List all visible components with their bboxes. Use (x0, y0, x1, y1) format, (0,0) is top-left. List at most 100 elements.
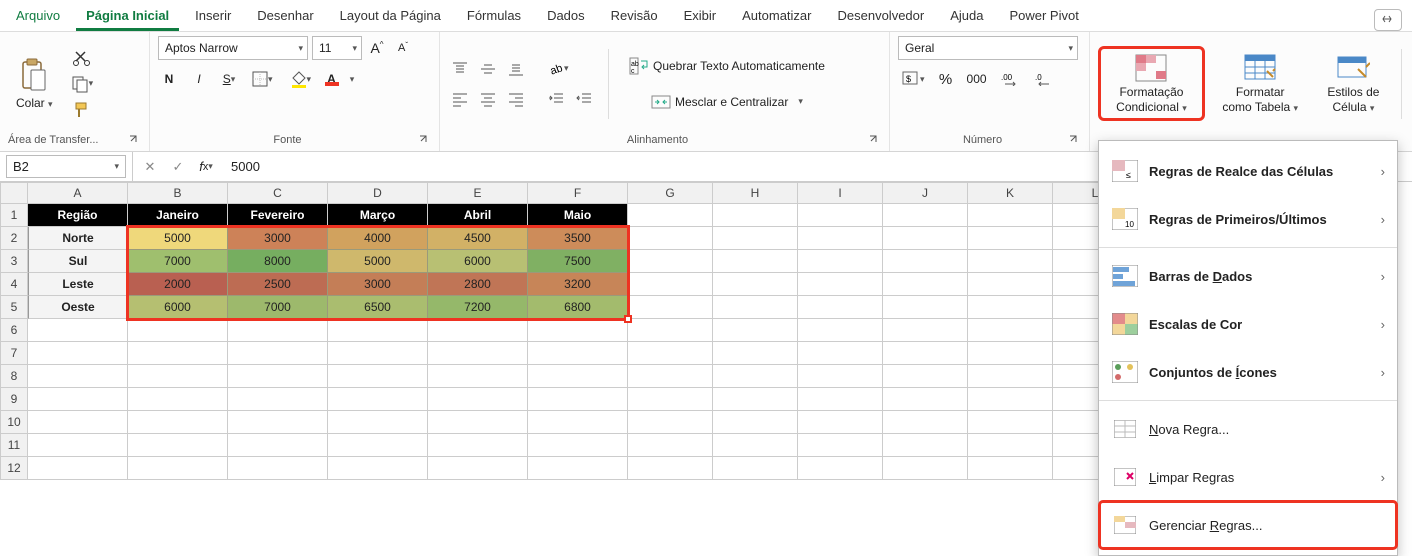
paste-button[interactable]: Colar ▾ (8, 52, 61, 114)
cell-J5[interactable] (883, 296, 968, 319)
cell-B9[interactable] (128, 388, 228, 411)
align-right-button[interactable] (504, 88, 528, 110)
cell-H3[interactable] (713, 250, 798, 273)
cell-D9[interactable] (328, 388, 428, 411)
percent-format-button[interactable]: % (935, 68, 957, 90)
cell-C10[interactable] (228, 411, 328, 434)
cell-H11[interactable] (713, 434, 798, 457)
cell-F6[interactable] (528, 319, 628, 342)
cell-I2[interactable] (798, 227, 883, 250)
column-header-F[interactable]: F (528, 182, 628, 204)
decrease-indent-button[interactable] (544, 88, 568, 110)
column-header-B[interactable]: B (128, 182, 228, 204)
tab-desenhar[interactable]: Desenhar (247, 2, 323, 31)
cell-B12[interactable] (128, 457, 228, 480)
cell-A12[interactable] (28, 457, 128, 480)
column-header-J[interactable]: J (883, 182, 968, 204)
format-as-table-button[interactable]: Formatar como Tabela ▾ (1213, 49, 1308, 118)
cell-J2[interactable] (883, 227, 968, 250)
cell-K2[interactable] (968, 227, 1053, 250)
cell-D12[interactable] (328, 457, 428, 480)
cell-D11[interactable] (328, 434, 428, 457)
cell-C7[interactable] (228, 342, 328, 365)
cell-A10[interactable] (28, 411, 128, 434)
cell-A1[interactable]: Região (28, 204, 128, 227)
column-header-I[interactable]: I (798, 182, 883, 204)
cell-K12[interactable] (968, 457, 1053, 480)
cell-G5[interactable] (628, 296, 713, 319)
wrap-text-button[interactable]: abc Quebrar Texto Automaticamente (621, 53, 833, 79)
row-header-3[interactable]: 3 (0, 250, 28, 273)
cell-J9[interactable] (883, 388, 968, 411)
cell-H8[interactable] (713, 365, 798, 388)
decrease-font-button[interactable]: Aˇ (392, 37, 414, 59)
bold-button[interactable]: N (158, 68, 180, 90)
number-dialog-launcher[interactable] (1067, 133, 1081, 147)
increase-font-button[interactable]: A^ (366, 37, 388, 59)
cell-K1[interactable] (968, 204, 1053, 227)
cell-C6[interactable] (228, 319, 328, 342)
cell-D4[interactable]: 3000 (328, 273, 428, 296)
row-header-1[interactable]: 1 (0, 204, 28, 227)
cell-B2[interactable]: 5000 (128, 227, 228, 250)
cell-K6[interactable] (968, 319, 1053, 342)
cell-C5[interactable]: 7000 (228, 296, 328, 319)
cell-B10[interactable] (128, 411, 228, 434)
cf-new-rule-item[interactable]: Nova Regra... (1099, 405, 1397, 453)
cell-F3[interactable]: 7500 (528, 250, 628, 273)
cf-top-bottom-item[interactable]: 10 Regras de Primeiros/Últimos › (1099, 195, 1397, 243)
cf-clear-rules-item[interactable]: Limpar Regras › (1099, 453, 1397, 501)
cell-E12[interactable] (428, 457, 528, 480)
cell-I8[interactable] (798, 365, 883, 388)
cell-E3[interactable]: 6000 (428, 250, 528, 273)
cell-B6[interactable] (128, 319, 228, 342)
accounting-format-button[interactable]: $▾ (898, 68, 929, 90)
cell-D10[interactable] (328, 411, 428, 434)
cell-F9[interactable] (528, 388, 628, 411)
orientation-button[interactable]: ab▾ (544, 58, 573, 80)
cell-C11[interactable] (228, 434, 328, 457)
cf-icon-sets-item[interactable]: Conjuntos de Ícones › (1099, 348, 1397, 396)
cell-C8[interactable] (228, 365, 328, 388)
row-header-11[interactable]: 11 (0, 434, 28, 457)
cell-E4[interactable]: 2800 (428, 273, 528, 296)
cell-I12[interactable] (798, 457, 883, 480)
ribbon-overflow-button[interactable] (1374, 9, 1402, 31)
cell-A6[interactable] (28, 319, 128, 342)
cell-F7[interactable] (528, 342, 628, 365)
cell-G7[interactable] (628, 342, 713, 365)
cell-I3[interactable] (798, 250, 883, 273)
cell-F2[interactable]: 3500 (528, 227, 628, 250)
cell-D1[interactable]: Março (328, 204, 428, 227)
cell-I1[interactable] (798, 204, 883, 227)
column-header-E[interactable]: E (428, 182, 528, 204)
cell-C9[interactable] (228, 388, 328, 411)
cell-F5[interactable]: 6800 (528, 296, 628, 319)
cell-K5[interactable] (968, 296, 1053, 319)
cell-A3[interactable]: Sul (28, 250, 128, 273)
format-painter-button[interactable] (67, 99, 98, 121)
cell-K4[interactable] (968, 273, 1053, 296)
tab-desenvolvedor[interactable]: Desenvolvedor (828, 2, 935, 31)
cell-E10[interactable] (428, 411, 528, 434)
cell-A5[interactable]: Oeste (28, 296, 128, 319)
cell-H12[interactable] (713, 457, 798, 480)
cell-F4[interactable]: 3200 (528, 273, 628, 296)
column-header-A[interactable]: A (28, 182, 128, 204)
cell-J3[interactable] (883, 250, 968, 273)
cell-C12[interactable] (228, 457, 328, 480)
tab-dados[interactable]: Dados (537, 2, 595, 31)
cell-F1[interactable]: Maio (528, 204, 628, 227)
select-all-corner[interactable] (0, 182, 28, 204)
cell-E8[interactable] (428, 365, 528, 388)
row-header-10[interactable]: 10 (0, 411, 28, 434)
cell-J12[interactable] (883, 457, 968, 480)
cell-C2[interactable]: 3000 (228, 227, 328, 250)
row-header-8[interactable]: 8 (0, 365, 28, 388)
cell-K9[interactable] (968, 388, 1053, 411)
cell-I4[interactable] (798, 273, 883, 296)
fx-button[interactable]: fx ▾ (195, 156, 217, 178)
align-left-button[interactable] (448, 88, 472, 110)
align-middle-button[interactable] (476, 58, 500, 80)
merge-center-button[interactable]: Mesclar e Centralizar ▾ (621, 89, 833, 115)
